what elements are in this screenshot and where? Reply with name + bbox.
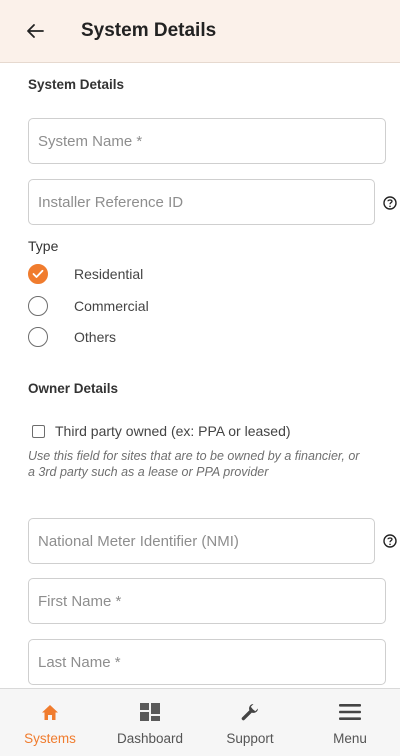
dashboard-grid-icon: [140, 703, 160, 721]
nav-label: Menu: [333, 731, 367, 746]
help-icon[interactable]: [383, 196, 397, 210]
nav-menu[interactable]: Menu: [300, 689, 400, 756]
checkmark-icon: [32, 269, 44, 278]
help-icon[interactable]: [383, 534, 397, 548]
radio-label: Commercial: [74, 298, 149, 314]
back-button[interactable]: [22, 18, 48, 44]
page-title: System Details: [81, 20, 217, 41]
radio-label: Others: [74, 329, 117, 345]
home-icon: [42, 704, 58, 720]
nav-support[interactable]: Support: [200, 689, 300, 756]
radio-checked-icon: [28, 264, 48, 284]
nav-systems[interactable]: Systems: [0, 689, 100, 756]
wrench-icon: [241, 704, 258, 721]
bottom-nav: Systems Dashboard Support Menu: [0, 688, 400, 756]
nav-label: Systems: [24, 731, 76, 746]
radio-residential[interactable]: Residential: [28, 263, 143, 285]
first-name-input[interactable]: [28, 578, 386, 624]
app-header: System Details: [0, 0, 400, 63]
radio-label: Residential: [74, 266, 144, 282]
hamburger-menu-icon: [339, 704, 361, 720]
owner-details-heading: Owner Details: [28, 381, 119, 396]
type-label: Type: [28, 238, 59, 254]
nmi-input[interactable]: [28, 518, 375, 564]
radio-others[interactable]: Others: [28, 326, 116, 348]
radio-commercial[interactable]: Commercial: [28, 295, 149, 317]
nav-label: Support: [226, 731, 274, 746]
third-party-owned-checkbox[interactable]: Third party owned (ex: PPA or leased): [32, 422, 291, 440]
third-party-hint-text: Use this field for sites that are to be …: [28, 449, 360, 479]
radio-unchecked-icon: [28, 296, 48, 316]
installer-reference-id-input[interactable]: [28, 179, 375, 225]
nav-dashboard[interactable]: Dashboard: [100, 689, 200, 756]
arrow-left-icon: [27, 24, 44, 38]
radio-unchecked-icon: [28, 327, 48, 347]
checkbox-label: Third party owned (ex: PPA or leased): [55, 423, 291, 439]
checkbox-icon: [32, 424, 45, 438]
last-name-input[interactable]: [28, 639, 386, 685]
nav-label: Dashboard: [116, 731, 184, 746]
system-details-heading: System Details: [28, 77, 125, 92]
system-name-input[interactable]: [28, 118, 386, 164]
